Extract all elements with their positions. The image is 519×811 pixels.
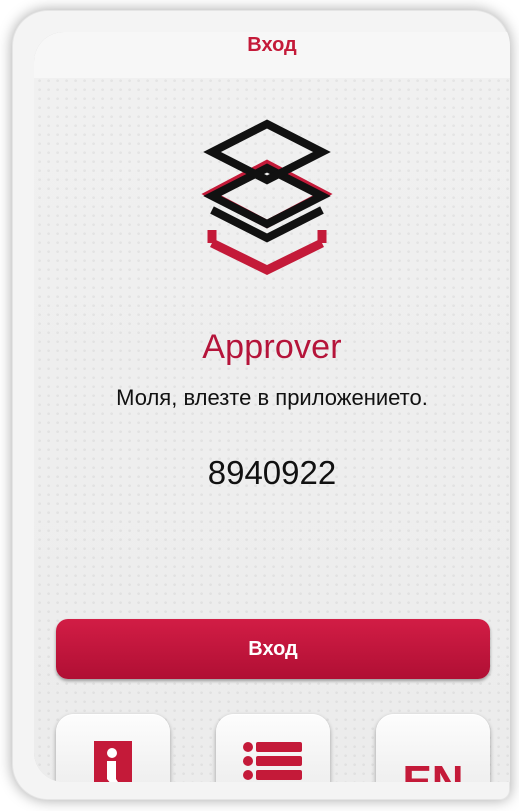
page-title: Вход [247, 34, 297, 56]
list-button[interactable] [216, 714, 330, 782]
navigation-bar: Вход [34, 32, 510, 79]
app-screen: Вход Approver Моля, влезте в приложениет… [34, 32, 510, 782]
list-icon [243, 742, 302, 780]
info-button[interactable] [56, 714, 170, 782]
login-content: Approver Моля, влезте в приложението. 89… [34, 78, 510, 782]
device-frame: Вход Approver Моля, влезте в приложениет… [12, 10, 510, 800]
info-icon [94, 741, 132, 782]
app-name: Approver [202, 328, 342, 366]
approver-logo-icon [201, 119, 333, 276]
language-label: EN [402, 757, 464, 782]
device-code: 8940922 [207, 454, 337, 491]
login-button[interactable]: Вход [56, 619, 490, 679]
language-button[interactable]: EN [376, 714, 490, 782]
login-instruction: Моля, влезте в приложението. [116, 385, 428, 410]
